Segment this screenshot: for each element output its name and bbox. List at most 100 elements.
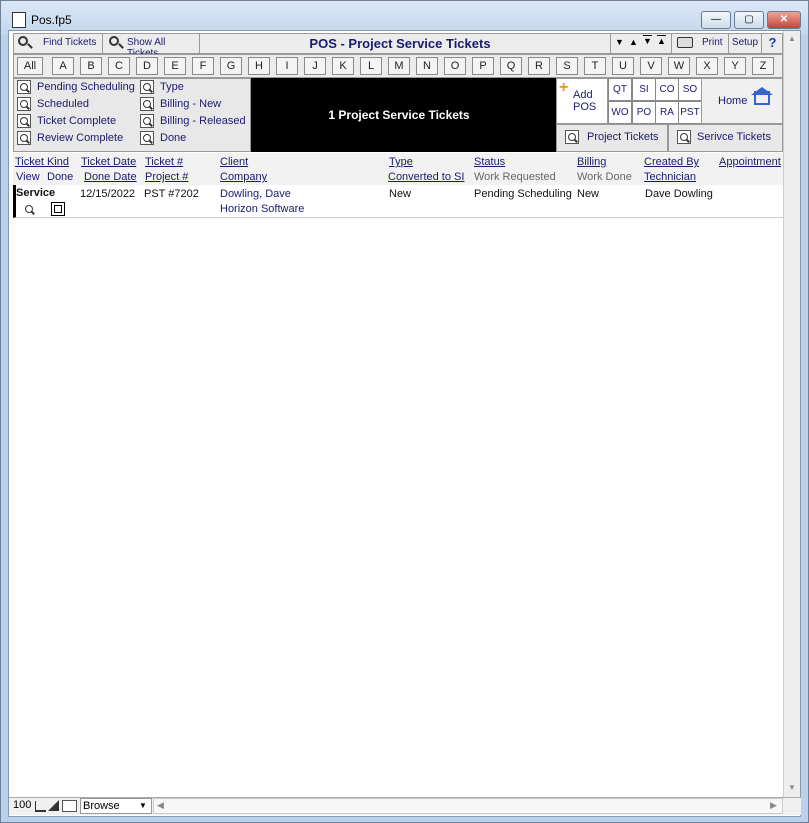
last-record-icon[interactable]: ▼ <box>643 36 652 46</box>
col-company[interactable]: Company <box>220 171 267 183</box>
first-record-icon[interactable]: ▲ <box>657 36 666 46</box>
filter-ticket-complete[interactable]: Ticket Complete <box>17 114 116 131</box>
minimize-button[interactable]: — <box>701 11 731 29</box>
status-area-icon[interactable] <box>62 800 77 812</box>
alphabet-button-z[interactable]: Z <box>752 57 774 75</box>
search-icon <box>140 131 154 146</box>
alphabet-button-w[interactable]: W <box>668 57 690 75</box>
alphabet-button-h[interactable]: H <box>248 57 270 75</box>
scroll-up-icon[interactable]: ▲ <box>788 34 796 43</box>
col-project-no[interactable]: Project # <box>145 171 188 183</box>
view-icon[interactable] <box>23 203 37 217</box>
alphabet-button-n[interactable]: N <box>416 57 438 75</box>
project-tickets-button[interactable]: Project Tickets <box>556 124 668 152</box>
code-button-ra[interactable]: RA <box>655 101 679 124</box>
help-button[interactable]: ? <box>761 33 783 54</box>
alphabet-button-d[interactable]: D <box>136 57 158 75</box>
filter-scheduled[interactable]: Scheduled <box>17 97 89 114</box>
alphabet-button-u[interactable]: U <box>612 57 634 75</box>
code-button-qt[interactable]: QT <box>608 78 632 101</box>
alphabet-button-f[interactable]: F <box>192 57 214 75</box>
col-converted[interactable]: Converted to SI <box>388 171 464 183</box>
zoom-in-icon[interactable] <box>48 800 59 811</box>
horizontal-scrollbar[interactable]: ◀ ▶ <box>153 798 783 814</box>
col-ticket-no[interactable]: Ticket # <box>145 156 183 168</box>
col-view[interactable]: View <box>16 171 40 183</box>
col-appointment[interactable]: Appointment <box>719 156 781 168</box>
setup-button[interactable]: Setup <box>728 33 761 54</box>
toolbar-arrows: ▼ ▲ ▼ ▲ <box>610 33 670 54</box>
scroll-left-icon[interactable]: ◀ <box>157 800 164 811</box>
filter-label: Review Complete <box>37 132 124 144</box>
close-button[interactable]: ✕ <box>767 11 801 29</box>
code-button-co[interactable]: CO <box>655 78 679 101</box>
alphabet-button-all[interactable]: All <box>17 57 43 75</box>
col-technician[interactable]: Technician <box>644 171 696 183</box>
search-icon <box>677 130 691 144</box>
alphabet-button-c[interactable]: C <box>108 57 130 75</box>
search-icon <box>17 97 31 112</box>
home-button[interactable]: Home <box>701 78 783 124</box>
alphabet-button-y[interactable]: Y <box>724 57 746 75</box>
filter-label: Billing - New <box>160 98 222 110</box>
alphabet-button-s[interactable]: S <box>556 57 578 75</box>
filter-pending-scheduling[interactable]: Pending Scheduling <box>17 80 135 97</box>
alphabet-button-i[interactable]: I <box>276 57 298 75</box>
col-ticket-kind[interactable]: Ticket Kind <box>15 156 69 168</box>
alphabet-button-a[interactable]: A <box>52 57 74 75</box>
filter-done[interactable]: Done <box>140 131 186 148</box>
col-done[interactable]: Done <box>47 171 73 183</box>
alphabet-button-g[interactable]: G <box>220 57 242 75</box>
find-tickets-button[interactable]: Find Tickets <box>13 33 103 54</box>
filter-billing-new[interactable]: Billing - New <box>140 97 221 114</box>
alphabet-button-r[interactable]: R <box>528 57 550 75</box>
filter-review-complete[interactable]: Review Complete <box>17 131 123 148</box>
vertical-scrollbar[interactable]: ▲ ▼ <box>783 31 800 798</box>
filter-billing-released[interactable]: Billing - Released <box>140 114 246 131</box>
alphabet-button-j[interactable]: J <box>304 57 326 75</box>
alphabet-button-v[interactable]: V <box>640 57 662 75</box>
row-company: Horizon Software <box>220 203 305 215</box>
alphabet-button-b[interactable]: B <box>80 57 102 75</box>
code-button-po[interactable]: PO <box>632 101 656 124</box>
zoom-level[interactable]: 100 <box>13 799 31 811</box>
col-status[interactable]: Status <box>474 156 505 168</box>
print-button[interactable]: Print <box>671 33 728 54</box>
mode-select[interactable]: Browse ▼ <box>80 798 152 814</box>
col-client[interactable]: Client <box>220 156 248 168</box>
alphabet-button-e[interactable]: E <box>164 57 186 75</box>
filter-label: Billing - Released <box>160 115 246 127</box>
col-created-by[interactable]: Created By <box>644 156 699 168</box>
alphabet-button-q[interactable]: Q <box>500 57 522 75</box>
alphabet-button-o[interactable]: O <box>444 57 466 75</box>
code-button-so[interactable]: SO <box>678 78 702 101</box>
alphabet-button-x[interactable]: X <box>696 57 718 75</box>
col-billing[interactable]: Billing <box>577 156 606 168</box>
chevron-down-icon[interactable]: ▼ <box>615 37 624 47</box>
alphabet-button-t[interactable]: T <box>584 57 606 75</box>
maximize-button[interactable]: ▢ <box>734 11 764 29</box>
done-checkbox[interactable] <box>51 202 65 216</box>
code-button-wo[interactable]: WO <box>608 101 632 124</box>
alphabet-button-l[interactable]: L <box>360 57 382 75</box>
alphabet-button-k[interactable]: K <box>332 57 354 75</box>
col-done-date[interactable]: Done Date <box>84 171 137 183</box>
show-all-tickets-button[interactable]: Show All Tickets <box>104 33 200 59</box>
col-type[interactable]: Type <box>389 156 413 168</box>
scroll-right-icon[interactable]: ▶ <box>770 800 777 811</box>
search-icon <box>17 114 31 129</box>
search-icon <box>565 130 579 144</box>
filter-type[interactable]: Type <box>140 80 184 97</box>
filter-label: Type <box>160 81 184 93</box>
alphabet-button-m[interactable]: M <box>388 57 410 75</box>
chevron-up-icon[interactable]: ▲ <box>629 37 638 47</box>
code-button-si[interactable]: SI <box>632 78 656 101</box>
scroll-down-icon[interactable]: ▼ <box>788 783 796 792</box>
col-ticket-date[interactable]: Ticket Date <box>81 156 136 168</box>
code-button-pst[interactable]: PST <box>678 101 702 124</box>
add-pos-button[interactable]: + Add POS <box>556 78 608 124</box>
service-tickets-button[interactable]: Serivce Tickets <box>668 124 783 152</box>
alphabet-button-p[interactable]: P <box>472 57 494 75</box>
zoom-out-icon[interactable] <box>35 801 46 812</box>
row-created-by: Dave Dowling <box>645 188 713 200</box>
